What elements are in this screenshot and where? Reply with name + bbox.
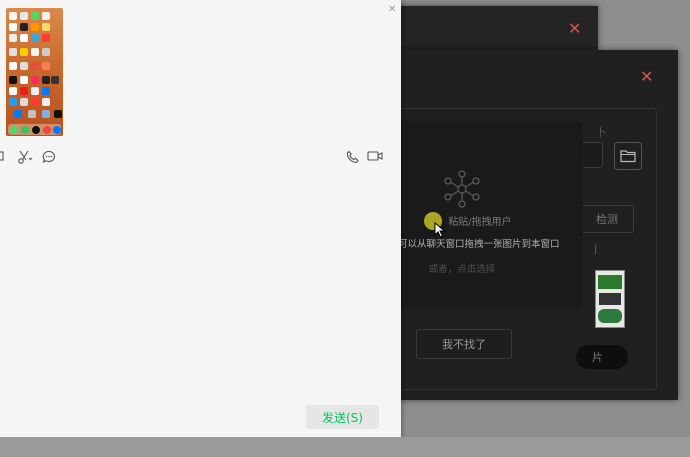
- path-input[interactable]: [580, 142, 603, 168]
- path-label: 卜: [596, 126, 607, 139]
- search-image-button[interactable]: 片: [576, 345, 628, 369]
- window-menu-icon[interactable]: ✕: [388, 4, 396, 15]
- dialog-close-icon[interactable]: ✕: [640, 69, 653, 85]
- voice-call-icon[interactable]: [346, 150, 360, 164]
- screenshot-icon[interactable]: [0, 150, 6, 162]
- detect-button[interactable]: 检测: [580, 205, 634, 233]
- option-label: |: [594, 244, 598, 255]
- chat-history-icon[interactable]: [42, 150, 56, 164]
- folder-icon: [620, 150, 636, 163]
- scissors-icon[interactable]: [17, 150, 33, 164]
- desktop-background: [0, 437, 690, 457]
- chat-window: ✕ 发送(S): [0, 0, 401, 437]
- preview-thumbnail: [595, 270, 625, 328]
- phone-screenshot-image[interactable]: [6, 8, 63, 136]
- network-hub-icon: [444, 170, 480, 208]
- open-folder-button[interactable]: [614, 142, 642, 170]
- background-dialog-close-icon[interactable]: ✕: [568, 21, 581, 37]
- cancel-button[interactable]: 我不找了: [416, 329, 512, 359]
- mouse-cursor-icon: [434, 222, 446, 238]
- video-call-icon[interactable]: [367, 150, 383, 162]
- send-button[interactable]: 发送(S): [306, 405, 379, 429]
- drop-zone-hint: 可以从聊天窗口拖拽一张图片到本窗口: [398, 239, 560, 250]
- drop-zone-subtext: 或者，点击选择: [428, 264, 496, 275]
